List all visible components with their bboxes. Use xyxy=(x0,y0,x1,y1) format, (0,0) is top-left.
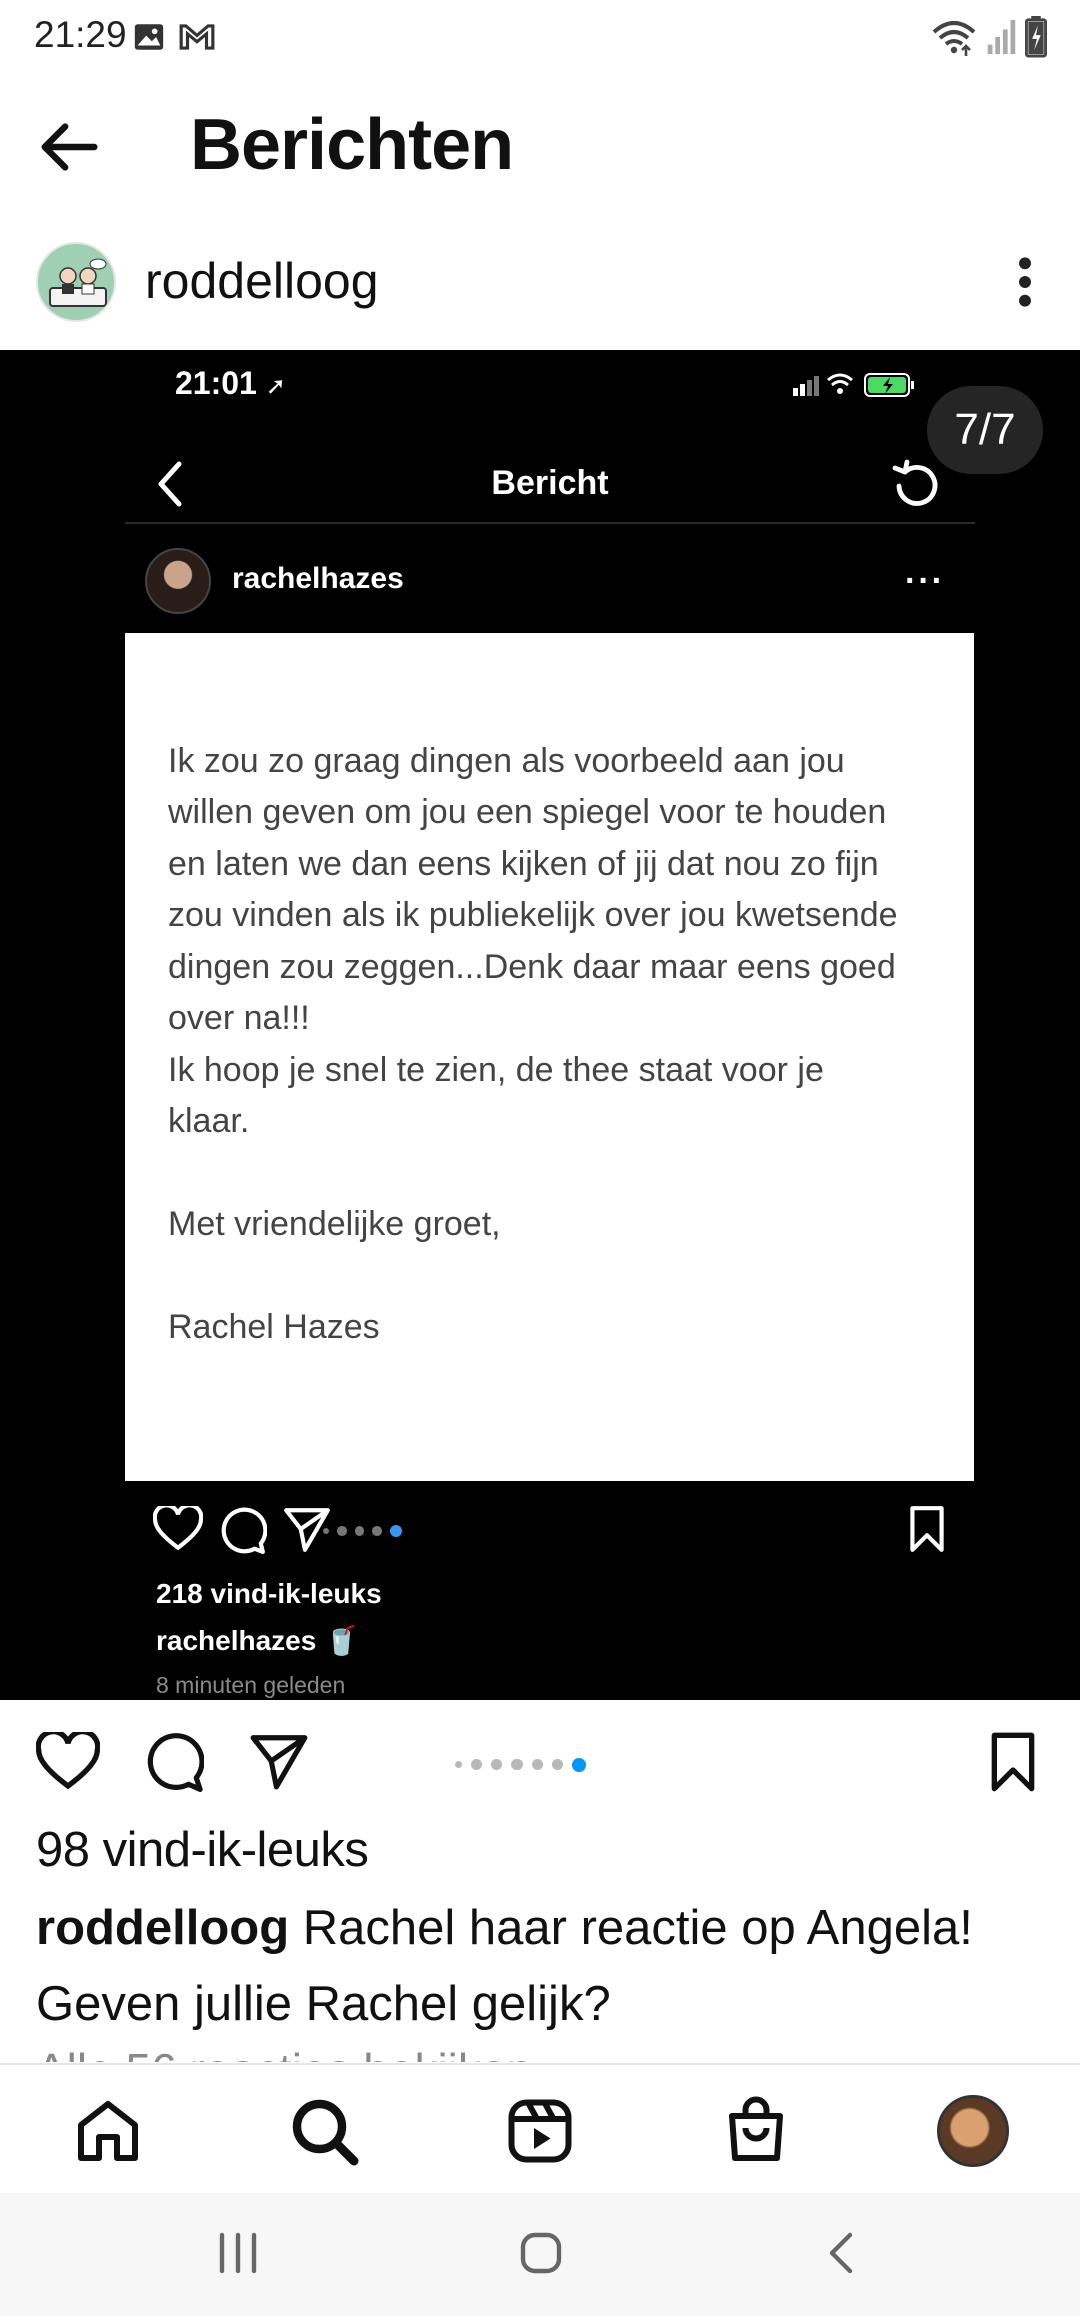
like-count[interactable]: 98 vind-ik-leuks xyxy=(36,1822,369,1878)
post-image[interactable]: 21:01 ➚ 7/7 Bericht rachelhazes ··· Ik z… xyxy=(0,350,1080,1700)
share-icon[interactable] xyxy=(248,1732,310,1790)
owner-avatar[interactable] xyxy=(36,242,116,322)
system-navigation xyxy=(0,2193,1080,2316)
carousel-dot xyxy=(354,1525,365,1536)
inner-action-row xyxy=(125,1498,975,1568)
shop-icon[interactable] xyxy=(720,2095,792,2167)
inner-nav-bar: Bericht xyxy=(125,450,975,522)
inner-avatar xyxy=(145,548,211,614)
carousel-dot xyxy=(551,1759,563,1771)
system-back-icon[interactable] xyxy=(824,2229,860,2277)
inner-username: rachelhazes xyxy=(232,562,404,595)
inner-heart-icon xyxy=(153,1506,203,1551)
battery-icon xyxy=(1025,16,1047,58)
owner-avatar-illustration xyxy=(49,258,107,307)
carousel-dot-active xyxy=(571,1757,586,1772)
recent-apps-icon[interactable] xyxy=(216,2229,260,2277)
letter-line: Ik hoop je snel te zien, de thee staat v… xyxy=(168,1051,824,1089)
carousel-dot xyxy=(511,1759,523,1771)
letter-line: Met vriendelijke groet, xyxy=(168,1205,501,1243)
inner-title: Bericht xyxy=(491,464,609,502)
letter-line: willen geven om jou een spiegel voor te … xyxy=(168,793,887,831)
image-icon xyxy=(134,24,164,50)
inner-more-icon: ··· xyxy=(905,562,945,600)
carousel-dot xyxy=(337,1525,347,1536)
letter-card: Ik zou zo graag dingen als voorbeeld aan… xyxy=(125,633,974,1481)
app-header: Berichten xyxy=(0,78,1080,213)
more-options-icon[interactable] xyxy=(1010,254,1040,310)
search-icon[interactable] xyxy=(288,2095,360,2167)
post-action-row xyxy=(0,1720,1080,1810)
inner-status-icons xyxy=(793,373,914,397)
carousel-dot xyxy=(471,1759,483,1771)
inner-save-icon xyxy=(910,1506,944,1552)
profile-avatar[interactable] xyxy=(937,2095,1009,2167)
inner-timestamp: 8 minuten geleden xyxy=(156,1672,346,1698)
like-heart-icon[interactable] xyxy=(36,1732,100,1792)
carousel-dot-active xyxy=(389,1524,402,1537)
back-arrow-icon[interactable] xyxy=(36,112,106,182)
status-time: 21:29 xyxy=(34,14,127,55)
view-comments-link[interactable]: Alle 56 reacties bekijken xyxy=(36,2040,532,2062)
letter-line: en laten we dan eens kijken of jij dat n… xyxy=(168,845,879,883)
carousel-dot xyxy=(372,1525,382,1536)
bottom-navigation xyxy=(0,2063,1080,2193)
inner-likes: 218 vind-ik-leuks xyxy=(156,1578,382,1609)
letter-line: over na!!! xyxy=(168,999,310,1037)
letter-line: dingen zou zeggen...Denk daar maar eens … xyxy=(168,948,896,986)
home-button-icon[interactable] xyxy=(518,2229,564,2277)
post-caption: roddelloog Rachel haar reactie op Angela… xyxy=(36,1890,1046,2042)
wifi-icon xyxy=(932,21,976,56)
inner-carousel-dots xyxy=(323,1522,453,1538)
letter-line: Rachel Hazes xyxy=(168,1308,380,1346)
carousel-dot xyxy=(455,1761,462,1769)
inner-refresh-icon xyxy=(892,459,938,506)
inner-status-time: 21:01 ➚ xyxy=(175,365,286,401)
status-bar: 21:29 xyxy=(0,0,1080,78)
location-arrow-icon: ➚ xyxy=(265,373,286,400)
inner-user-row: rachelhazes ··· xyxy=(125,538,975,638)
inner-caption: rachelhazes 🥤 xyxy=(156,1625,359,1656)
caption-username[interactable]: roddelloog xyxy=(36,1901,289,1955)
reels-icon[interactable] xyxy=(504,2095,576,2167)
letter-line: klaar. xyxy=(168,1102,250,1140)
page-title: Berichten xyxy=(190,105,514,185)
home-icon[interactable] xyxy=(72,2095,144,2167)
carousel-dot xyxy=(491,1759,503,1771)
letter-line: zou vinden als ik publiekelijk over jou … xyxy=(168,896,898,934)
comment-icon[interactable] xyxy=(142,1730,204,1792)
inner-comment-icon xyxy=(221,1507,267,1554)
carousel-dot xyxy=(531,1759,543,1771)
carousel-dot xyxy=(323,1527,329,1534)
inner-divider xyxy=(125,522,975,524)
signal-icon xyxy=(987,19,1016,55)
gmail-icon xyxy=(179,24,215,50)
letter-line: Ik zou zo graag dingen als voorbeeld aan… xyxy=(168,742,845,780)
carousel-dots xyxy=(455,1756,615,1774)
owner-username[interactable]: roddelloog xyxy=(145,252,379,310)
post-owner-row: roddelloog xyxy=(0,232,1080,332)
save-bookmark-icon[interactable] xyxy=(985,1730,1041,1794)
